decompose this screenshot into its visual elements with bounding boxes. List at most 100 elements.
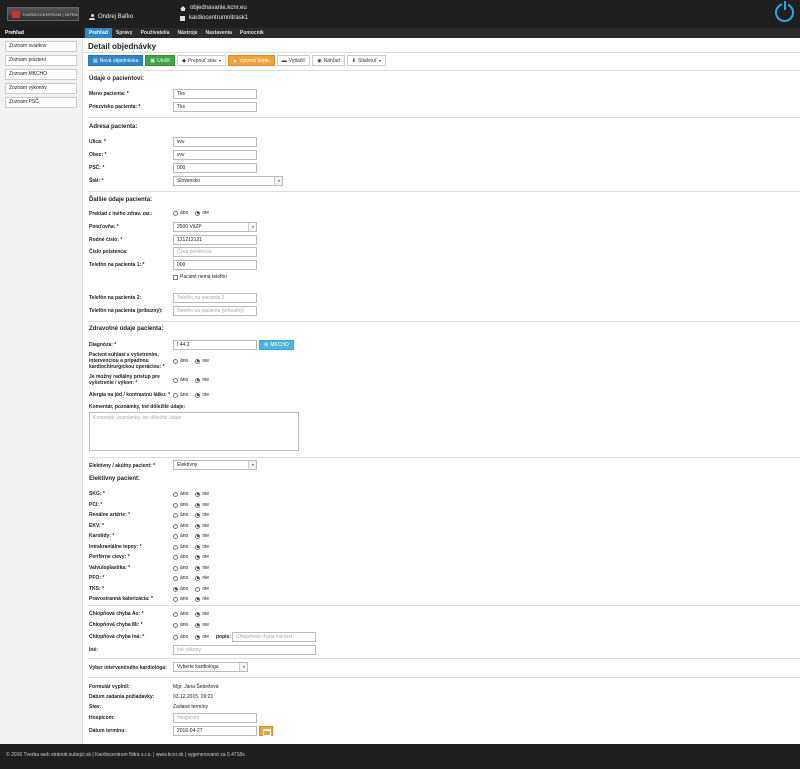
zip-input[interactable]: 000 [173,163,257,173]
mkcho-button[interactable]: ⊕ MKCHO [259,340,294,350]
tab-pouzivatelia[interactable]: Používatelia [137,28,174,38]
misc-input[interactable]: Iné výkony [173,645,316,655]
cardiologist-select[interactable]: Vyberte kardiológa [173,662,248,672]
elective-no-radio[interactable] [195,565,201,571]
hospicom-input[interactable]: Hospicom [173,713,257,723]
elective-no-radio[interactable] [195,502,201,508]
consent-yes-radio[interactable] [173,358,178,364]
elective-no-radio[interactable] [195,533,201,539]
logo-mark-icon [12,10,21,18]
transfer-yes-radio[interactable] [173,210,178,216]
filled-by-label: Formulár vyplnil: [89,684,130,690]
elective-yes-radio[interactable] [173,586,178,592]
sidebar-item-sviatky[interactable]: Zoznam sviatkov [5,41,77,52]
first-name-label: Meno pacienta: * [89,91,129,97]
tab-spravy[interactable]: Správy [112,28,137,38]
phone2-input[interactable]: Telefón na pacienta 2 [173,293,257,303]
consent-no-radio[interactable] [195,358,201,364]
elective-yes-radio[interactable] [173,533,178,539]
valve-mi-yes-radio[interactable] [173,622,178,628]
elective-row-radios: áno nie [173,544,214,550]
comment-label: Komentár, poznámky, iné dôležité údaje: [89,404,186,410]
insurer-select[interactable]: 2500 VšZP [173,222,257,232]
elective-no-radio[interactable] [195,586,201,592]
print-button[interactable]: ▬ Vytlačiť [276,55,311,66]
valve-ao-yes-radio[interactable] [173,611,178,617]
consent-radios: áno nie [173,358,214,364]
elective-no-radio[interactable] [195,554,201,560]
elective-yes-radio[interactable] [173,544,178,550]
term-date-input[interactable]: 2016-04-27 [173,726,257,736]
radial-no-radio[interactable] [195,377,201,383]
elective-no-radio[interactable] [195,575,201,581]
diagnosis-input[interactable]: I 44.2 [173,340,257,350]
sidebar-item-poistenia[interactable]: Zoznam poistení [5,55,77,66]
no-phone-checkbox[interactable] [173,274,178,280]
allergy-yes-radio[interactable] [173,392,178,398]
new-order-button[interactable]: ▤ Nová objednávka [88,55,144,66]
elective-no-radio[interactable] [195,544,201,550]
tab-nastavenia[interactable]: Nastavenia [202,28,236,38]
street-input[interactable]: vvv [173,137,257,147]
save-button[interactable]: ▣ Uložiť [145,55,176,66]
elective-yes-radio[interactable] [173,554,178,560]
create-copy-button[interactable]: ▲ Vytvoriť kópiu [227,55,275,66]
current-user[interactable]: Ondrej Baľko [89,14,133,20]
patient-type-select[interactable]: Elektívny [173,460,257,470]
valve-other-no-radio[interactable] [195,634,201,640]
elective-no-radio[interactable] [195,491,201,497]
elective-yes-radio[interactable] [173,523,178,529]
calendar-icon[interactable] [259,726,273,736]
main-nav: Prehľad Prehľad Správy Používatelia Nást… [0,28,800,38]
sidebar-item-vykony[interactable]: Zoznam výkonov [5,83,77,94]
elective-no-radio[interactable] [195,512,201,518]
tab-nastroje[interactable]: Nástroje [173,28,201,38]
elective-yes-radio[interactable] [173,512,178,518]
allergy-no-radio[interactable] [195,392,201,398]
server-link[interactable]: kardiocentrumnitrask1 [180,13,248,23]
preview-label: Náhľad [323,57,340,64]
elective-row-radios: áno nie [173,523,214,529]
radial-yes-radio[interactable] [173,377,178,383]
radio-yes-label: áno [180,544,189,550]
site-link[interactable]: objednavanie.kcnr.eu [180,3,248,13]
elective-yes-radio[interactable] [173,596,178,602]
preview-button[interactable]: ◉ Náhľad [312,55,345,66]
sidebar-item-psc[interactable]: Zoznam PSČ [5,97,77,108]
valve-mi-no-radio[interactable] [195,622,201,628]
birth-no-input[interactable]: 121212121 [173,235,257,245]
term-date-label: Dátum termínu: [89,728,126,734]
comment-textarea[interactable]: Komentár, poznámky, iné dôležité údaje [89,412,299,451]
policy-no-input[interactable]: Číslo poistenca [173,247,257,257]
phone1-input[interactable]: 000 [173,260,257,270]
tab-pomocnik[interactable]: Pomocník [236,28,268,38]
last-name-input[interactable]: Tks [173,102,257,112]
elective-row-label: Karotídy: * [89,533,115,539]
elective-yes-radio[interactable] [173,502,178,508]
elective-no-radio[interactable] [195,523,201,529]
power-logout-icon[interactable] [775,1,794,22]
phone-rel-input[interactable]: Telefón na pacienta (príbuzný) [173,306,257,316]
valve-other-yes-radio[interactable] [173,634,178,640]
elective-row-radios: áno nie [173,565,214,571]
switch-state-button[interactable]: ◆ Prepnúť stav [177,55,226,66]
elective-yes-radio[interactable] [173,565,178,571]
valve-ao-no-radio[interactable] [195,611,201,617]
section-health: Zdravotné údaje pacienta: [89,326,164,332]
elective-no-radio[interactable] [195,596,201,602]
elective-yes-radio[interactable] [173,491,178,497]
tab-prehlad[interactable]: Prehľad [85,28,112,38]
elective-yes-radio[interactable] [173,575,178,581]
first-name-input[interactable]: Tks [173,89,257,99]
transfer-no-radio[interactable] [195,210,201,216]
radio-no-label: nie [202,533,210,539]
sidebar-item-mkcho[interactable]: Zoznam MKCHO [5,69,77,80]
country-select[interactable]: Slovensko [173,176,283,186]
sidebar-list: Zoznam sviatkov Zoznam poistení Zoznam M… [5,41,77,108]
download-button[interactable]: ⬇ Stiahnuť [346,55,386,66]
valve-desc-input[interactable]: Chlopňová chyba iná text [232,632,316,642]
sidebar: Zoznam sviatkov Zoznam poistení Zoznam M… [0,38,83,744]
city-input[interactable]: vvv [173,150,257,160]
logo[interactable]: KARDIOCENTRUM | NITRA [7,7,79,21]
user-name: Ondrej Baľko [98,14,134,20]
